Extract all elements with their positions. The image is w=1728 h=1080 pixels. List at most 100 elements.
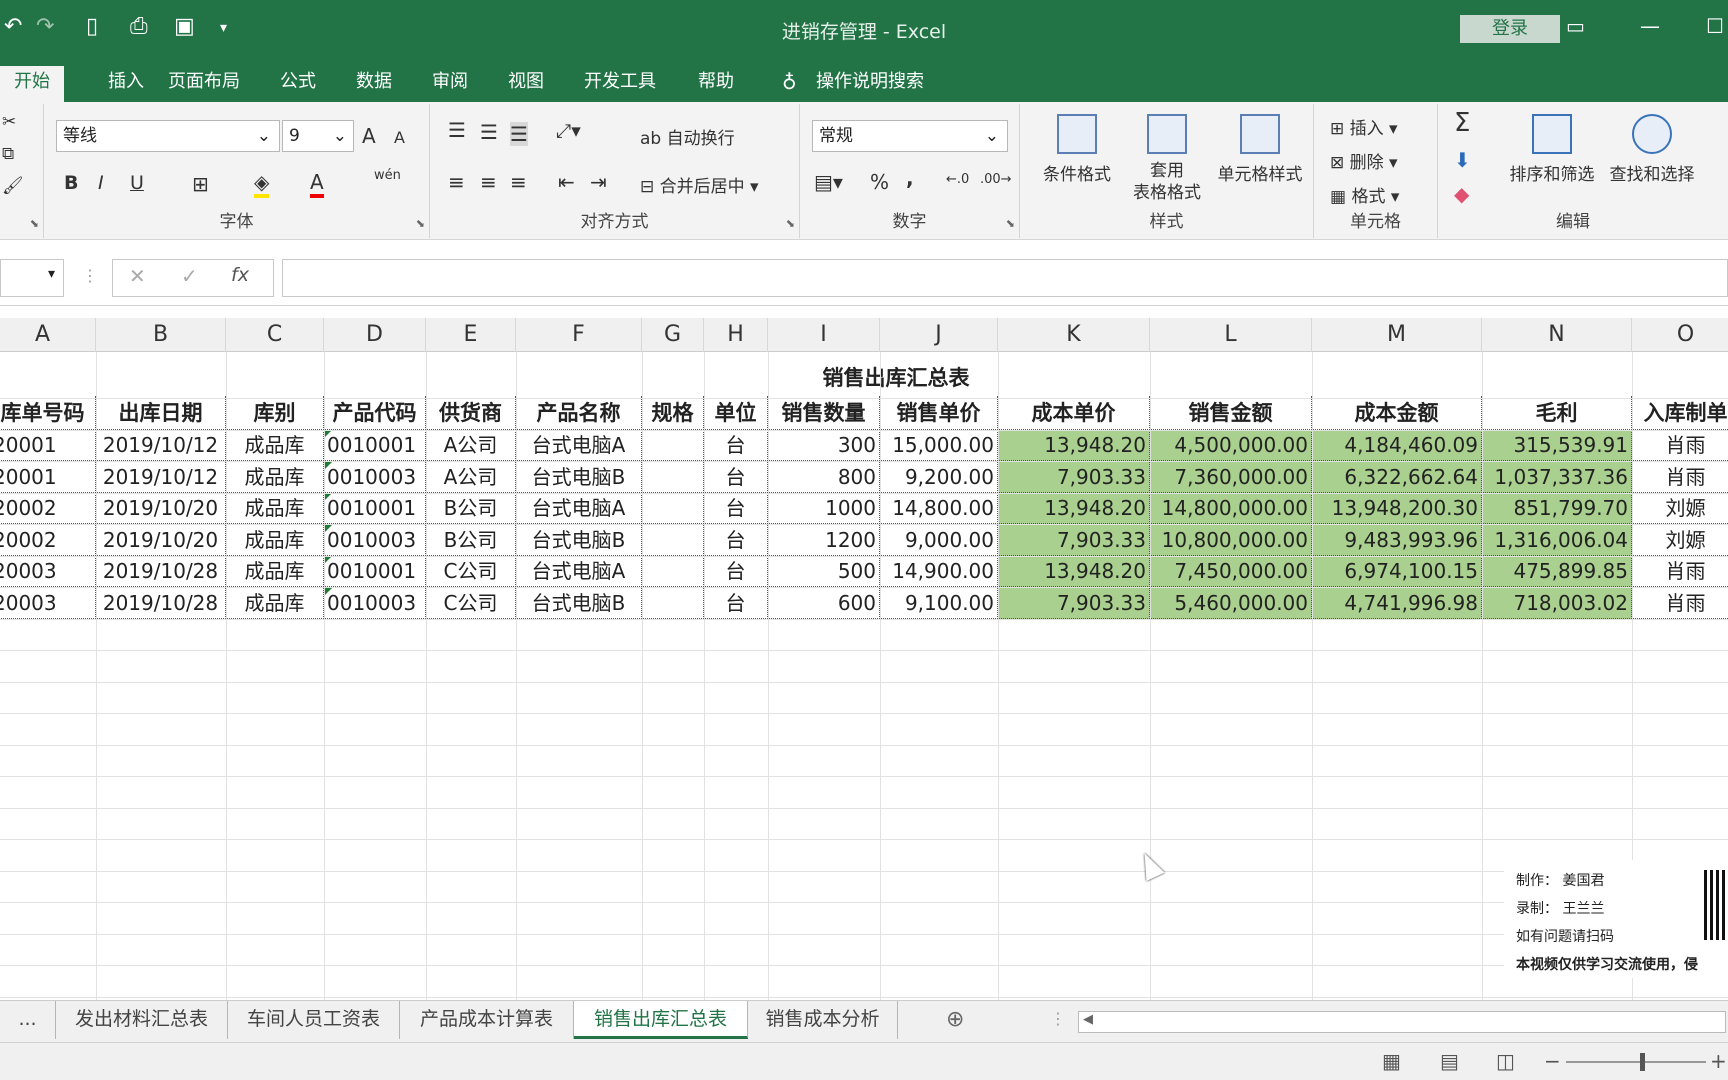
- table-cell[interactable]: 2019/10/28: [96, 587, 226, 619]
- clipboard-launcher-icon[interactable]: ⬊: [30, 217, 39, 230]
- format-cells-button[interactable]: ▦ 格式 ▾: [1330, 182, 1399, 207]
- column-header[interactable]: A: [0, 318, 96, 352]
- table-cell[interactable]: 300: [768, 430, 880, 461]
- table-cell[interactable]: 13,948.20: [998, 493, 1150, 524]
- decrease-indent-icon[interactable]: ⇤: [558, 170, 575, 194]
- table-header-cell[interactable]: 库单号码: [0, 396, 96, 430]
- table-cell[interactable]: 851,799.70: [1482, 493, 1632, 524]
- increase-decimal-icon[interactable]: ←.0: [946, 172, 969, 187]
- table-cell[interactable]: 台式电脑B: [516, 524, 642, 556]
- table-cell[interactable]: 0010001: [324, 556, 426, 587]
- page-layout-view-icon[interactable]: ▤: [1440, 1049, 1459, 1073]
- table-cell[interactable]: 0010003: [324, 461, 426, 493]
- zoom-out-icon[interactable]: −: [1544, 1049, 1561, 1073]
- table-cell[interactable]: 2019/10/12: [96, 430, 226, 461]
- cell-styles-button[interactable]: 单元格样式: [1204, 114, 1316, 185]
- table-cell[interactable]: B公司: [426, 493, 516, 524]
- number-launcher-icon[interactable]: ⬊: [1006, 217, 1015, 230]
- worksheet-grid[interactable]: 销售出库汇总表 库单号码 出库日期 库别 产品代码 供货商 产品名称 规格 单位 销售数量 销售单…: [0, 352, 1728, 1000]
- table-cell[interactable]: 1,037,337.36: [1482, 461, 1632, 493]
- tab-data[interactable]: 数据: [346, 66, 402, 102]
- column-header[interactable]: F: [516, 318, 642, 352]
- table-cell[interactable]: 475,899.85: [1482, 556, 1632, 587]
- table-header-cell[interactable]: 销售单价: [880, 396, 998, 430]
- table-cell[interactable]: 成品库: [226, 556, 324, 587]
- table-cell[interactable]: 600: [768, 587, 880, 619]
- table-cell[interactable]: A公司: [426, 461, 516, 493]
- fill-icon[interactable]: ⬇: [1454, 148, 1471, 172]
- table-header-cell[interactable]: 出库日期: [96, 396, 226, 430]
- zoom-slider-thumb[interactable]: [1640, 1053, 1645, 1071]
- zoom-in-icon[interactable]: +: [1710, 1049, 1727, 1073]
- format-painter-icon[interactable]: 🖌: [2, 176, 24, 196]
- table-cell[interactable]: 7,450,000.00: [1150, 556, 1312, 587]
- sheet-tab-sales-cost[interactable]: 销售成本分析: [748, 1001, 898, 1039]
- table-cell[interactable]: 9,200.00: [880, 461, 998, 493]
- table-cell[interactable]: 成品库: [226, 587, 324, 619]
- table-cell[interactable]: B公司: [426, 524, 516, 556]
- column-header[interactable]: N: [1482, 318, 1632, 352]
- table-cell[interactable]: [642, 493, 704, 524]
- grow-font-button[interactable]: A: [362, 124, 376, 148]
- insert-cells-button[interactable]: ⊞ 插入 ▾: [1330, 114, 1398, 139]
- error-indicator-icon[interactable]: [324, 493, 332, 501]
- table-cell[interactable]: 成品库: [226, 430, 324, 461]
- table-cell[interactable]: 4,741,996.98: [1312, 587, 1482, 619]
- table-cell[interactable]: 6,322,662.64: [1312, 461, 1482, 493]
- cut-icon[interactable]: ✂: [2, 112, 16, 132]
- align-top-icon[interactable]: ☰: [448, 118, 466, 142]
- shrink-font-button[interactable]: A: [394, 128, 405, 147]
- orientation-icon[interactable]: ⤢▾: [556, 120, 581, 142]
- table-cell[interactable]: 15,000.00: [880, 430, 998, 461]
- table-cell[interactable]: 20002: [0, 524, 96, 556]
- table-cell[interactable]: 13,948.20: [998, 430, 1150, 461]
- sheet-tab-payroll[interactable]: 车间人员工资表: [228, 1001, 400, 1039]
- table-cell[interactable]: 2019/10/20: [96, 524, 226, 556]
- comma-button[interactable]: ,: [906, 166, 914, 190]
- bold-button[interactable]: B: [64, 172, 78, 194]
- column-header[interactable]: I: [768, 318, 880, 352]
- table-cell[interactable]: 成品库: [226, 461, 324, 493]
- table-cell[interactable]: A公司: [426, 430, 516, 461]
- table-cell[interactable]: 0010001: [324, 493, 426, 524]
- table-cell[interactable]: 肖雨: [1632, 588, 1728, 619]
- table-cell[interactable]: 9,100.00: [880, 587, 998, 619]
- scroll-left-icon[interactable]: ◀: [1083, 1012, 1093, 1027]
- table-cell[interactable]: 肖雨: [1632, 430, 1728, 461]
- font-color-icon[interactable]: A: [310, 170, 324, 198]
- tab-page-layout[interactable]: 页面布局: [158, 66, 250, 102]
- table-cell[interactable]: [642, 524, 704, 556]
- column-header[interactable]: B: [96, 318, 226, 352]
- table-cell[interactable]: [642, 587, 704, 619]
- normal-view-icon[interactable]: ▦: [1382, 1049, 1401, 1073]
- table-cell[interactable]: 成品库: [226, 493, 324, 524]
- table-cell[interactable]: 500: [768, 556, 880, 587]
- column-header[interactable]: L: [1150, 318, 1312, 352]
- table-cell[interactable]: 7,903.33: [998, 461, 1150, 493]
- table-cell[interactable]: 20001: [0, 461, 96, 493]
- table-cell[interactable]: 7,903.33: [998, 587, 1150, 619]
- table-cell[interactable]: 台式电脑A: [516, 430, 642, 461]
- table-cell[interactable]: 20002: [0, 493, 96, 524]
- table-header-cell[interactable]: 规格: [642, 396, 704, 430]
- table-cell[interactable]: 台式电脑B: [516, 461, 642, 493]
- alignment-launcher-icon[interactable]: ⬊: [786, 217, 795, 230]
- tell-me-search[interactable]: 操作说明搜索: [806, 66, 934, 102]
- column-header[interactable]: E: [426, 318, 516, 352]
- align-left-icon[interactable]: ≡: [448, 170, 465, 194]
- clear-icon[interactable]: ◆: [1454, 182, 1469, 206]
- table-cell[interactable]: 4,500,000.00: [1150, 430, 1312, 461]
- horizontal-scrollbar[interactable]: ◀: [1078, 1011, 1726, 1033]
- table-cell[interactable]: 0010003: [324, 524, 426, 556]
- table-header-cell[interactable]: 供货商: [426, 396, 516, 430]
- table-header-cell[interactable]: 成本单价: [998, 396, 1150, 430]
- error-indicator-icon[interactable]: [324, 430, 332, 438]
- column-header[interactable]: O: [1632, 318, 1728, 352]
- table-cell[interactable]: 20003: [0, 587, 96, 619]
- column-header[interactable]: D: [324, 318, 426, 352]
- sort-filter-button[interactable]: 排序和筛选: [1502, 114, 1602, 185]
- minimize-icon[interactable]: —: [1640, 14, 1660, 38]
- table-cell[interactable]: C公司: [426, 556, 516, 587]
- italic-button[interactable]: I: [98, 172, 104, 194]
- table-cell[interactable]: C公司: [426, 587, 516, 619]
